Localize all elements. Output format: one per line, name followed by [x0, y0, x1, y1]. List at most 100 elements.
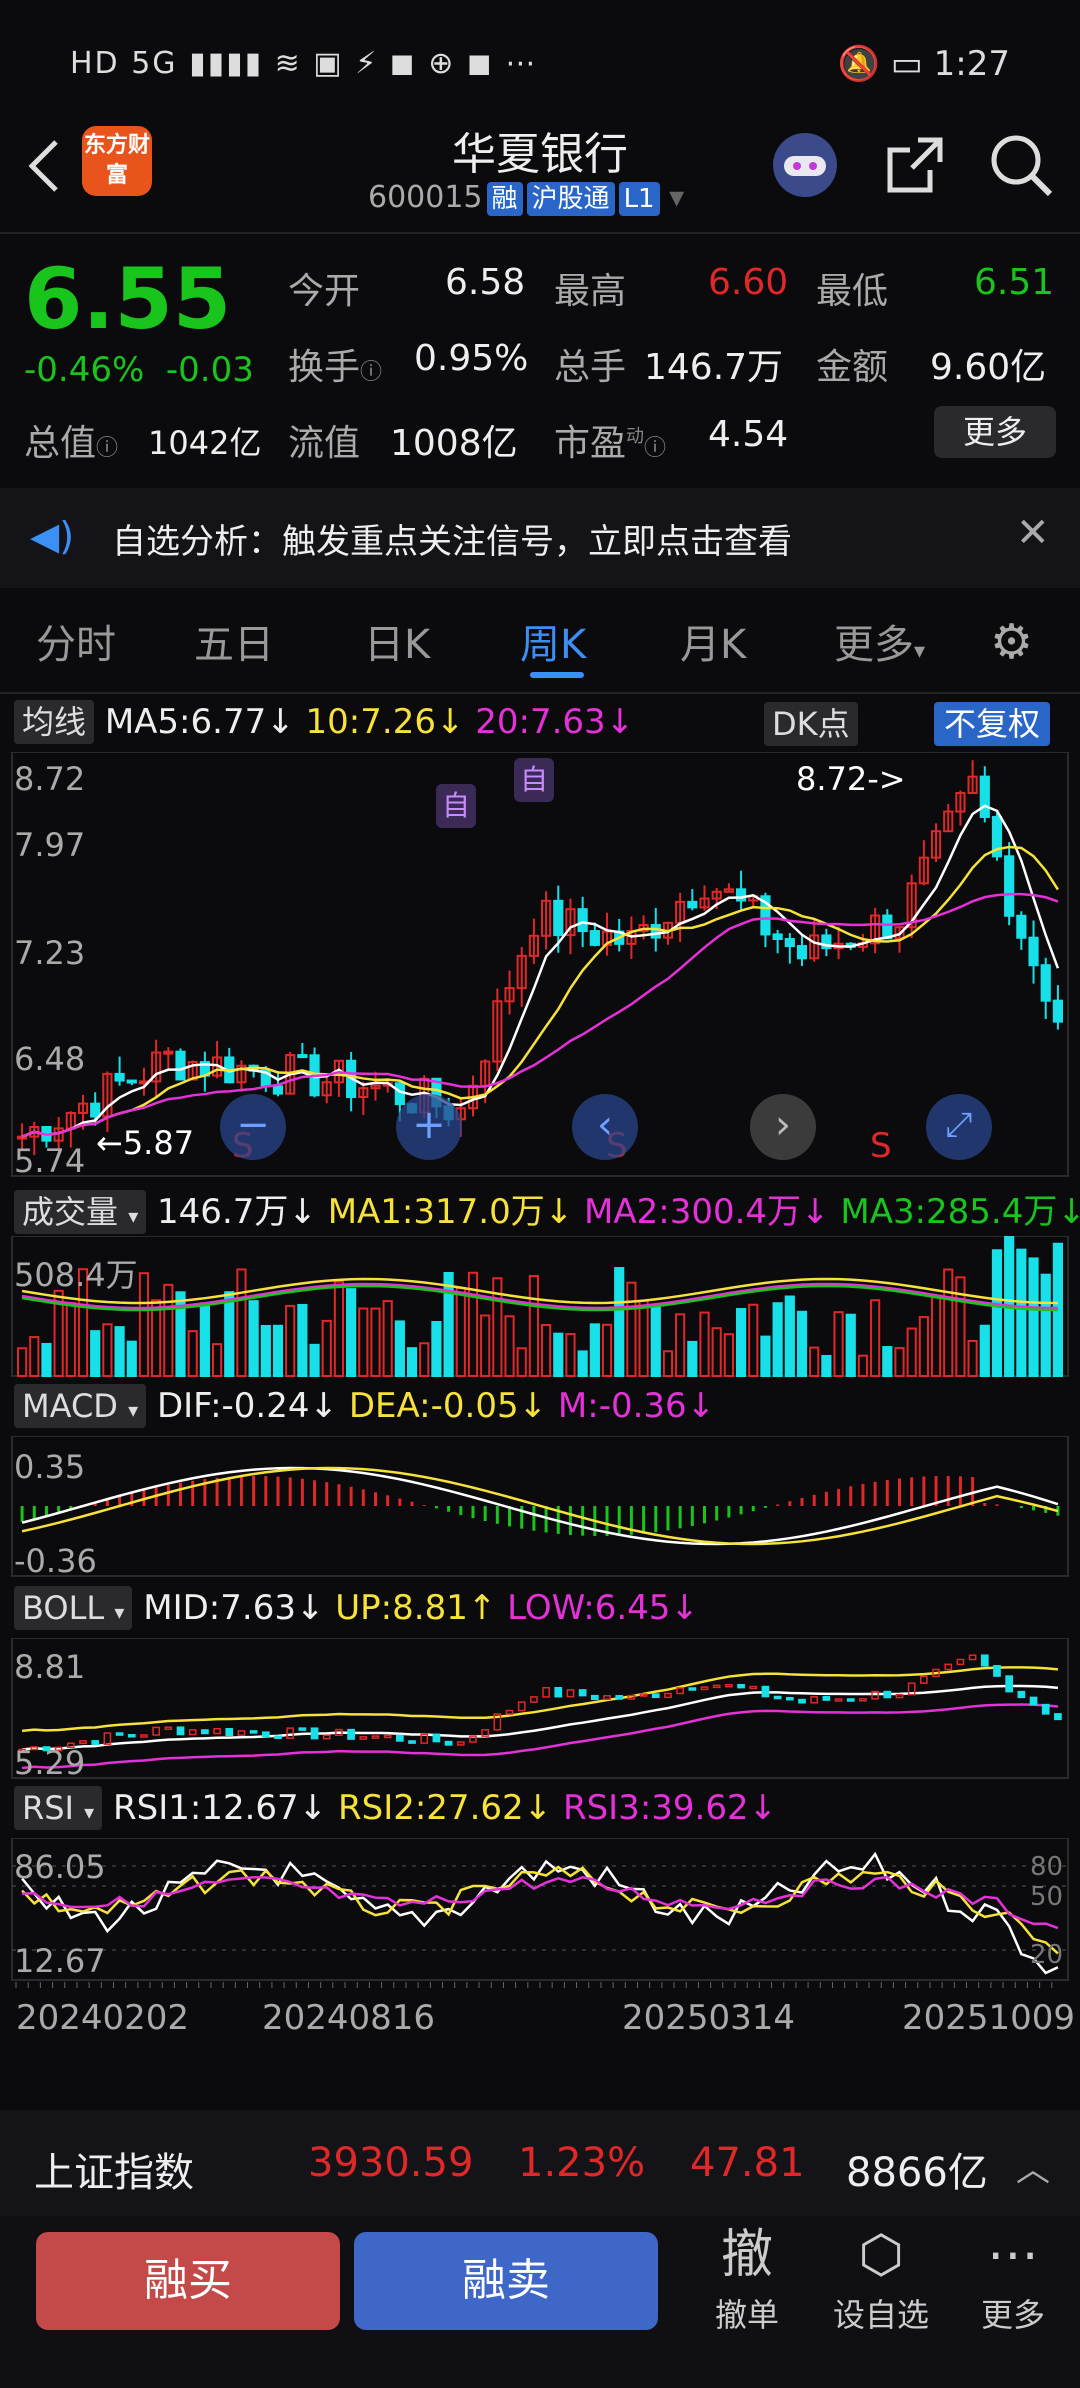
boll-candle: [164, 1726, 173, 1730]
zoom-in-button[interactable]: +: [396, 1094, 462, 1160]
volume-bar: [553, 1332, 564, 1378]
tab-timeshare[interactable]: 分时: [36, 612, 116, 670]
volume-bar: [431, 1321, 442, 1377]
boll-candle: [115, 1732, 124, 1736]
boll-candle: [651, 1693, 660, 1699]
adjust-button[interactable]: 不复权: [934, 702, 1051, 746]
macd-select-button[interactable]: MACD ▾: [14, 1384, 147, 1428]
add-watchlist-button[interactable]: ⬡ 设自选: [826, 2220, 936, 2336]
share-icon[interactable]: [880, 130, 950, 200]
volume-bar: [394, 1320, 405, 1377]
volume-chart[interactable]: [0, 1236, 1080, 1378]
rsi-select-button[interactable]: RSI ▾: [14, 1786, 103, 1830]
candle: [394, 1082, 405, 1106]
volume-bar: [735, 1308, 747, 1377]
boll-candle: [396, 1734, 404, 1742]
rsi-level-80: 80: [1030, 1852, 1064, 1882]
volume-bar: [967, 1339, 978, 1377]
open-field: 今开: [288, 271, 361, 312]
volume-bar: [845, 1313, 856, 1377]
volume-value: 146.7万: [644, 347, 784, 388]
divider: [0, 692, 1080, 694]
boll-candle: [286, 1727, 295, 1739]
boll-candle: [590, 1694, 599, 1701]
volume-bar: [614, 1267, 625, 1377]
cancel-order-button[interactable]: 撤 撤单: [692, 2220, 802, 2336]
cancel-icon: 撤: [720, 2225, 773, 2285]
macd-chart[interactable]: [0, 1436, 1080, 1578]
boll-candle: [371, 1735, 380, 1739]
margin-sell-button[interactable]: 融卖: [354, 2232, 658, 2330]
volume-bar: [272, 1324, 284, 1378]
tab-monthly-k[interactable]: 月K: [680, 612, 746, 670]
volume-bar: [748, 1303, 759, 1377]
volume-bar: [589, 1323, 600, 1377]
ma-indicator-row: 均线 MA5:6.77↓ 10:7.26↓ 20:7.63↓: [14, 700, 634, 744]
scroll-left-button[interactable]: ‹: [572, 1094, 638, 1160]
fullscreen-button[interactable]: ⤢: [926, 1094, 992, 1160]
candle: [163, 1050, 174, 1055]
open-value: 6.58: [445, 262, 526, 303]
scroll-right-button[interactable]: ›: [750, 1094, 816, 1160]
volume-bar: [541, 1323, 552, 1377]
volume-bar: [65, 1302, 76, 1377]
tab-five-day[interactable]: 五日: [194, 612, 274, 670]
sell-signal: S: [870, 1126, 892, 1166]
zoom-out-button[interactable]: −: [220, 1094, 286, 1160]
boll-candle: [895, 1693, 904, 1699]
close-icon[interactable]: ✕: [1016, 510, 1050, 556]
boll-candle: [859, 1698, 867, 1702]
notice-text[interactable]: 自选分析：触发重点关注信号，立即点击查看: [112, 514, 792, 563]
candle: [650, 923, 661, 939]
tab-more[interactable]: 更多▾: [834, 612, 925, 670]
watch-marker[interactable]: 自: [436, 784, 476, 828]
more-quote-button[interactable]: 更多: [934, 406, 1056, 458]
candle: [1016, 914, 1027, 939]
watch-marker[interactable]: 自: [514, 758, 554, 802]
more-actions-button[interactable]: ⋯ 更多: [958, 2220, 1068, 2336]
ma-select-button[interactable]: 均线: [14, 700, 95, 744]
rsi-chart[interactable]: [0, 1838, 1080, 1994]
volume-bar: [650, 1306, 661, 1377]
index-value: 3930.59: [308, 2140, 474, 2186]
macd-indicator-row: MACD ▾ DIF:-0.24↓ DEA:-0.05↓ M:-0.36↓: [14, 1384, 715, 1428]
robot-assistant-icon[interactable]: [770, 130, 840, 200]
rsi-indicator-row: RSI ▾ RSI1:12.67↓ RSI2:27.62↓ RSI3:39.62…: [14, 1786, 777, 1830]
more-dots-icon: ⋯: [987, 2225, 1039, 2285]
candlestick-chart[interactable]: [0, 752, 1080, 1178]
mute-icon: 🔕: [837, 44, 880, 84]
volume-bar: [857, 1354, 869, 1377]
margin-buy-button[interactable]: 融买: [36, 2232, 340, 2330]
ma-line: [21, 845, 1059, 1138]
boll-candle: [1054, 1713, 1062, 1721]
volume-y-label: 508.4万: [14, 1256, 138, 1294]
tab-weekly-k[interactable]: 周K: [520, 612, 586, 670]
boll-candle: [968, 1654, 977, 1661]
volume-bar: [41, 1342, 52, 1377]
gear-icon[interactable]: ⚙: [990, 614, 1033, 670]
tab-daily-k[interactable]: 日K: [364, 612, 430, 670]
chevron-up-icon[interactable]: ︿: [1016, 2142, 1050, 2191]
boll-chart[interactable]: [0, 1638, 1080, 1780]
boll-candle: [554, 1686, 563, 1698]
volume-bar: [346, 1288, 357, 1377]
boll-candle: [846, 1698, 855, 1702]
float-value: 1008亿: [390, 423, 518, 464]
boll-candle: [91, 1740, 100, 1745]
dk-point-button[interactable]: DK点: [764, 702, 858, 746]
boll-candle: [737, 1683, 745, 1689]
boll-candle: [1041, 1703, 1050, 1715]
boll-candle: [140, 1734, 148, 1738]
boll-candle: [773, 1695, 782, 1700]
volume-bar: [1016, 1248, 1027, 1378]
volume-bar: [138, 1272, 150, 1377]
boll-candle: [700, 1686, 709, 1691]
volume-field: 总手: [554, 347, 627, 388]
search-icon[interactable]: [986, 130, 1056, 200]
boll-candle: [603, 1695, 611, 1701]
boll-select-button[interactable]: BOLL ▾: [14, 1586, 133, 1630]
volume-bar: [516, 1347, 527, 1377]
boll-candle: [249, 1730, 258, 1734]
volume-select-button[interactable]: 成交量 ▾: [14, 1190, 147, 1234]
rsi-line: [22, 1875, 1059, 1930]
